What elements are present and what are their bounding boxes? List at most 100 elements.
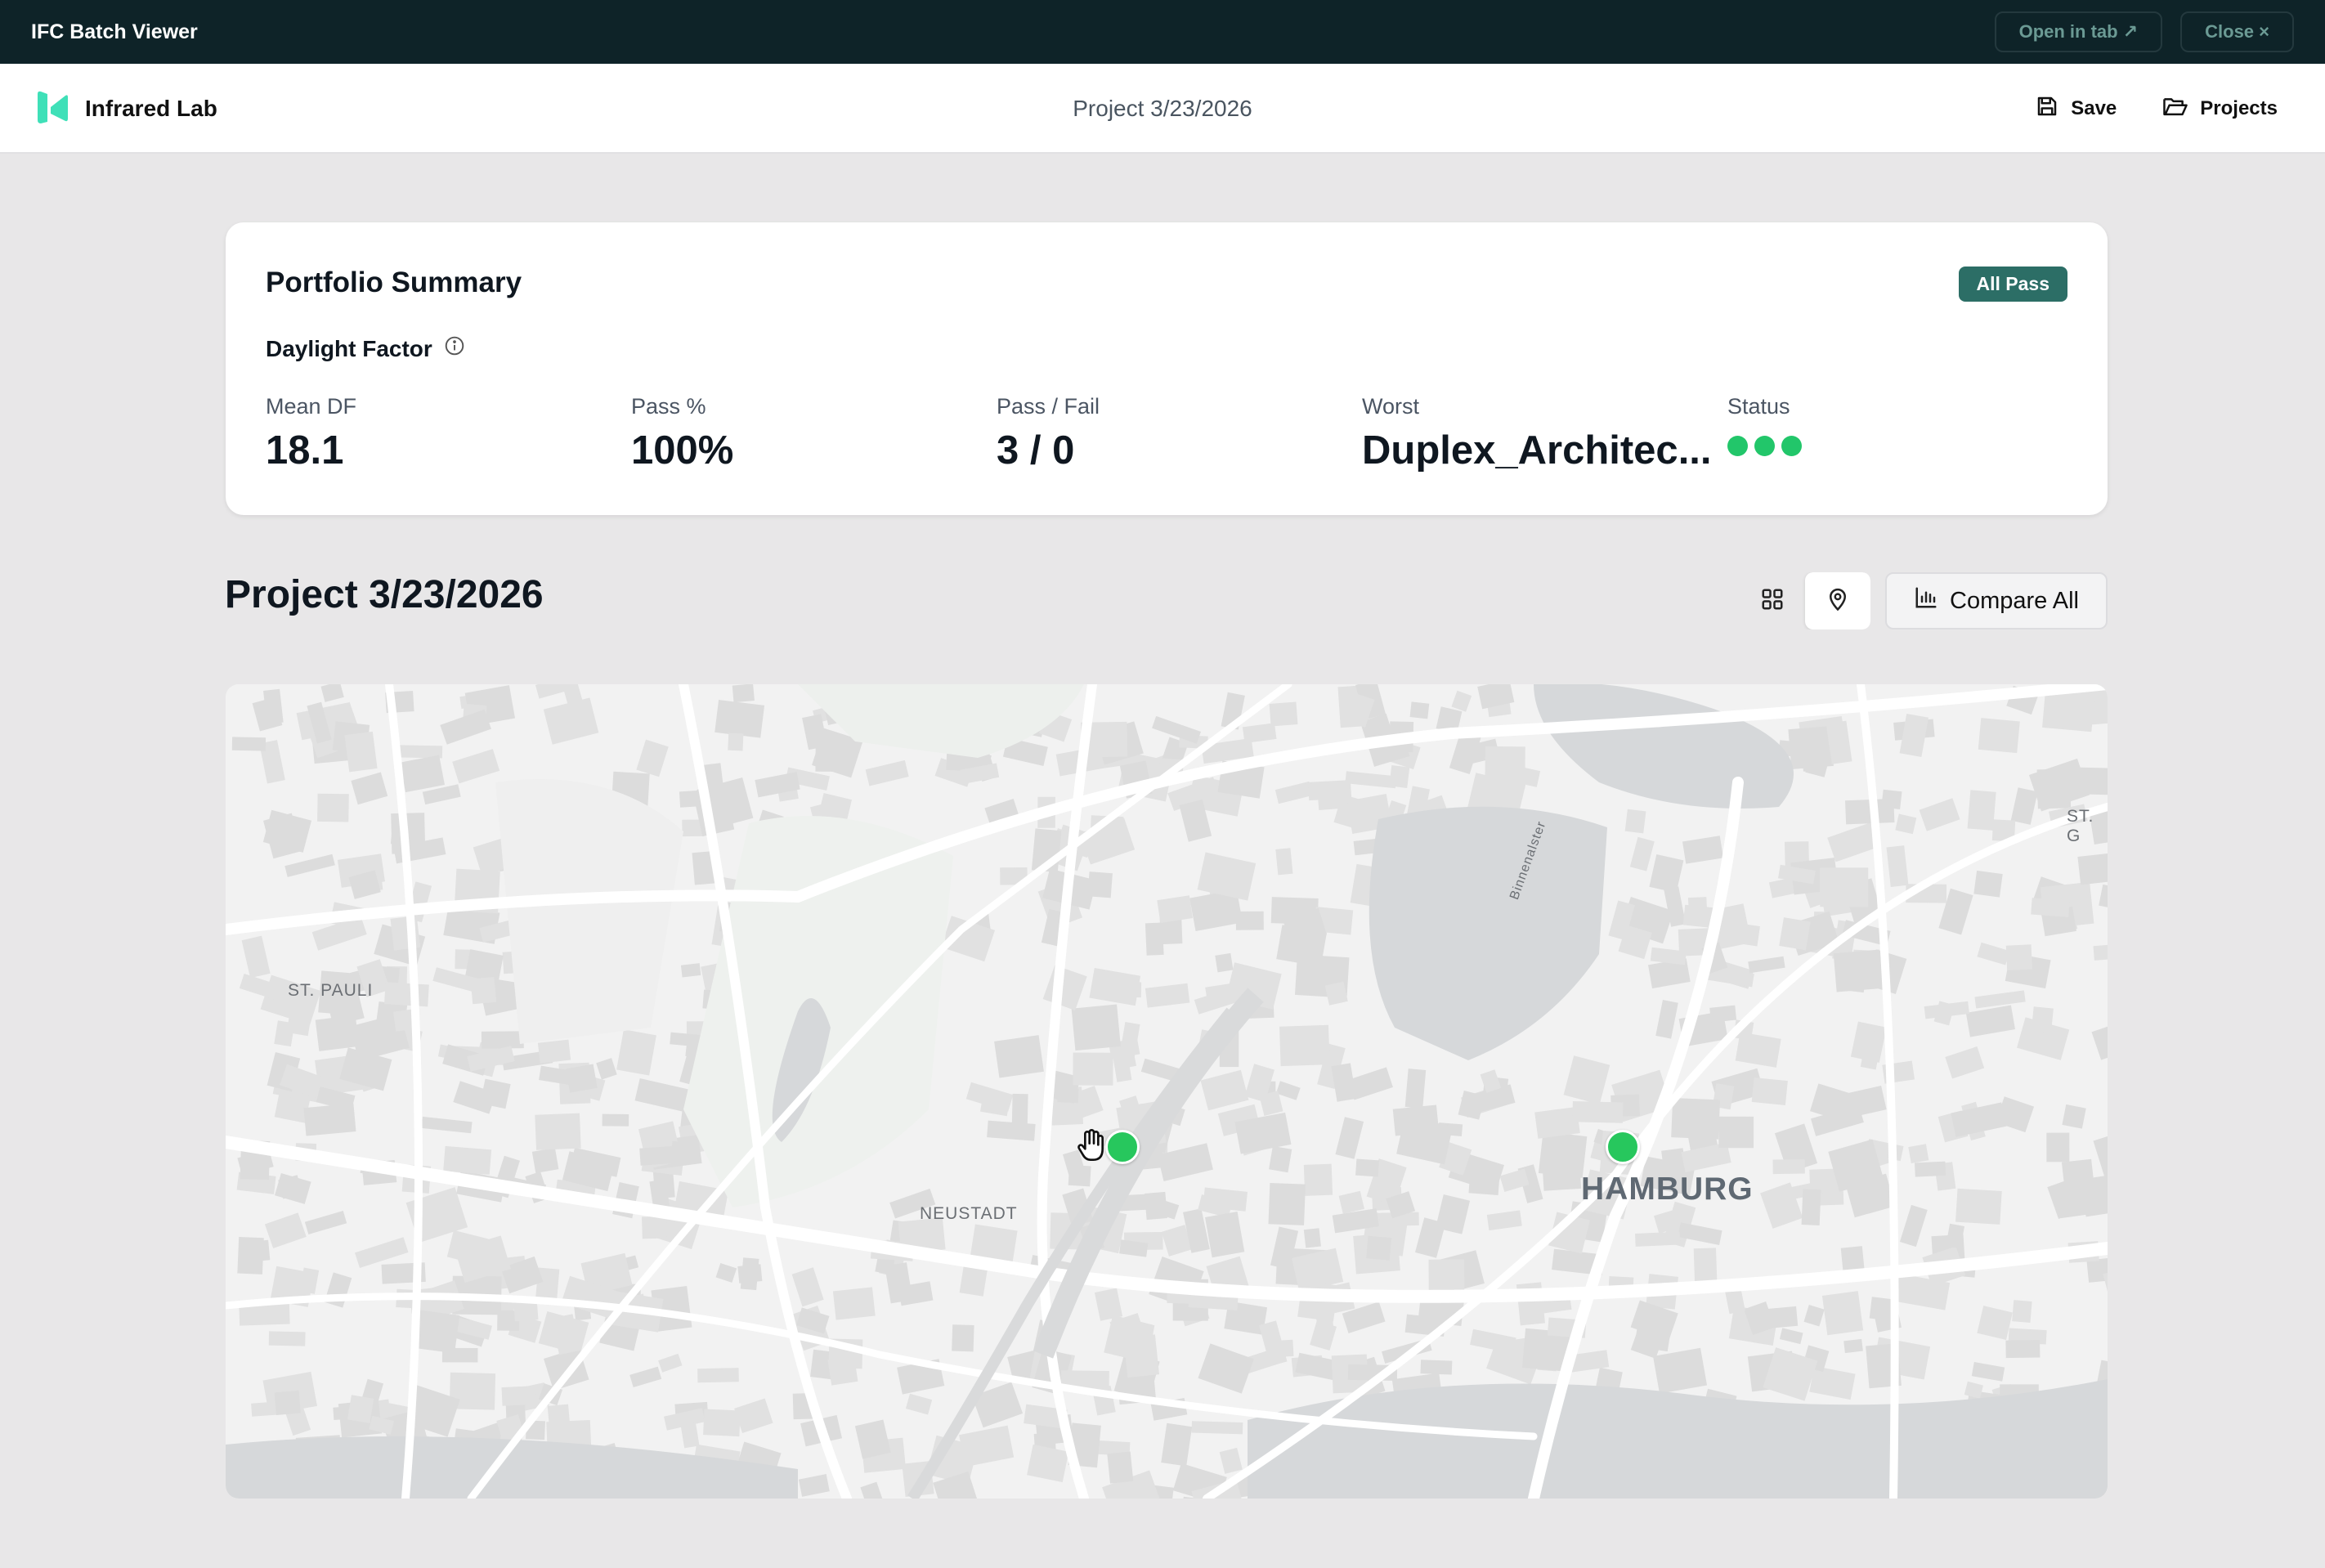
app-header: Infrared Lab Project 3/23/2026 Save Proj… [0,64,2325,154]
map-building [1409,701,1430,719]
map-building [1709,1005,1737,1023]
stat-label: Status [1727,394,1790,419]
map-building [2077,851,2108,885]
map-building [1269,701,1298,727]
map-building [1772,1158,1805,1175]
map-building [480,1078,511,1109]
view-toggle [1740,572,1870,629]
map-building [1308,780,1352,801]
map-label-st-g: ST. G [2067,807,2094,845]
map-building [501,1386,536,1406]
map-building [1908,1144,1929,1163]
hand-cursor-icon [1074,1128,1107,1164]
map-building [1624,809,1646,834]
map-building [1420,1360,1453,1375]
stat-pass-percent: Pass % 100% [631,394,733,473]
stat-status: Status [1727,394,1802,456]
map-building [952,1324,974,1352]
stat-pass-fail: Pass / Fail 3 / 0 [997,394,1100,473]
map-building [1303,1228,1321,1248]
brand[interactable]: Infrared Lab [36,64,217,154]
map-building [2062,1104,2086,1129]
stat-mean-df: Mean DF 18.1 [266,394,356,473]
map-building [703,1409,741,1437]
map-building [537,1039,571,1064]
map-building [1736,923,1760,947]
map-marker[interactable] [1606,1130,1640,1164]
map-building [642,1216,667,1239]
map-building [1269,1145,1292,1173]
status-dot [1781,436,1802,456]
map-building [1191,1421,1243,1435]
map-building [2005,944,2032,970]
bar-chart-icon [1914,585,1938,616]
window-actions: Open in tab ↗ Close × [1994,11,2294,52]
map-building [531,1148,559,1174]
stat-label: Pass / Fail [997,394,1100,419]
map-building [1839,956,1868,993]
map-building [231,737,267,751]
map-canvas[interactable] [226,684,2108,1499]
header-actions: Save Projects [2035,64,2278,154]
status-dot [1754,436,1775,456]
project-map[interactable]: ST. PAULI NEUSTADT HAMBURG ST. G Binnena… [226,684,2108,1499]
info-icon[interactable] [444,335,465,362]
projects-label: Projects [2200,97,2278,119]
map-building [639,1145,688,1166]
map-building [274,1390,301,1416]
grid-view-button[interactable] [1740,572,1805,629]
map-building [697,1368,739,1383]
map-building [2093,943,2108,961]
map-building [1157,895,1193,923]
save-button[interactable]: Save [2035,94,2117,124]
map-building [1821,1291,1864,1336]
map-building [737,1264,763,1284]
map-building [602,1113,629,1127]
map-building [1978,718,2020,754]
map-label-hamburg: HAMBURG [1581,1172,1754,1207]
map-building [1915,1161,1946,1177]
map-building [994,1035,1044,1078]
map-building [1718,1116,1754,1149]
map-building [1538,1131,1588,1178]
compare-all-label: Compare All [1950,587,2079,614]
map-building [303,1103,356,1136]
window-titlebar: IFC Batch Viewer Open in tab ↗ Close × [0,0,2325,64]
map-building [680,963,701,978]
map-building [470,977,497,1005]
map-building [2046,1132,2070,1163]
map-building [728,732,744,751]
map-building [1215,952,1234,973]
map-building [1366,1235,1392,1261]
grid-icon [1760,587,1785,616]
close-button[interactable]: Close × [2180,11,2294,52]
map-building [1973,870,2003,898]
map-building [2031,898,2070,917]
map-building [732,684,755,703]
map-building [1011,1093,1028,1131]
map-building [268,1331,306,1346]
map-marker[interactable] [1105,1130,1140,1164]
stat-label: Pass % [631,394,706,419]
brand-name: Infrared Lab [85,96,217,121]
map-building [1843,1338,1863,1354]
map-building [443,1145,492,1175]
map-building [384,982,429,1007]
stat-value: 18.1 [266,428,344,473]
map-building [1485,746,1525,789]
map-building [245,1239,271,1262]
map-building [1635,1231,1681,1247]
map-building [317,793,349,822]
map-building [1801,1189,1821,1225]
map-building [2012,1300,2032,1323]
compare-all-button[interactable]: Compare All [1885,572,2108,629]
map-label-st-pauli: ST. PAULI [288,981,374,1000]
projects-button[interactable]: Projects [2162,94,2278,124]
open-in-tab-button[interactable]: Open in tab ↗ [1994,11,2163,52]
brand-logo-icon [36,89,69,129]
map-pin-icon [1826,587,1850,616]
window-title: IFC Batch Viewer [31,20,198,43]
metric-label: Daylight Factor [266,335,432,361]
map-building [1275,848,1293,876]
map-view-button[interactable] [1805,572,1870,629]
